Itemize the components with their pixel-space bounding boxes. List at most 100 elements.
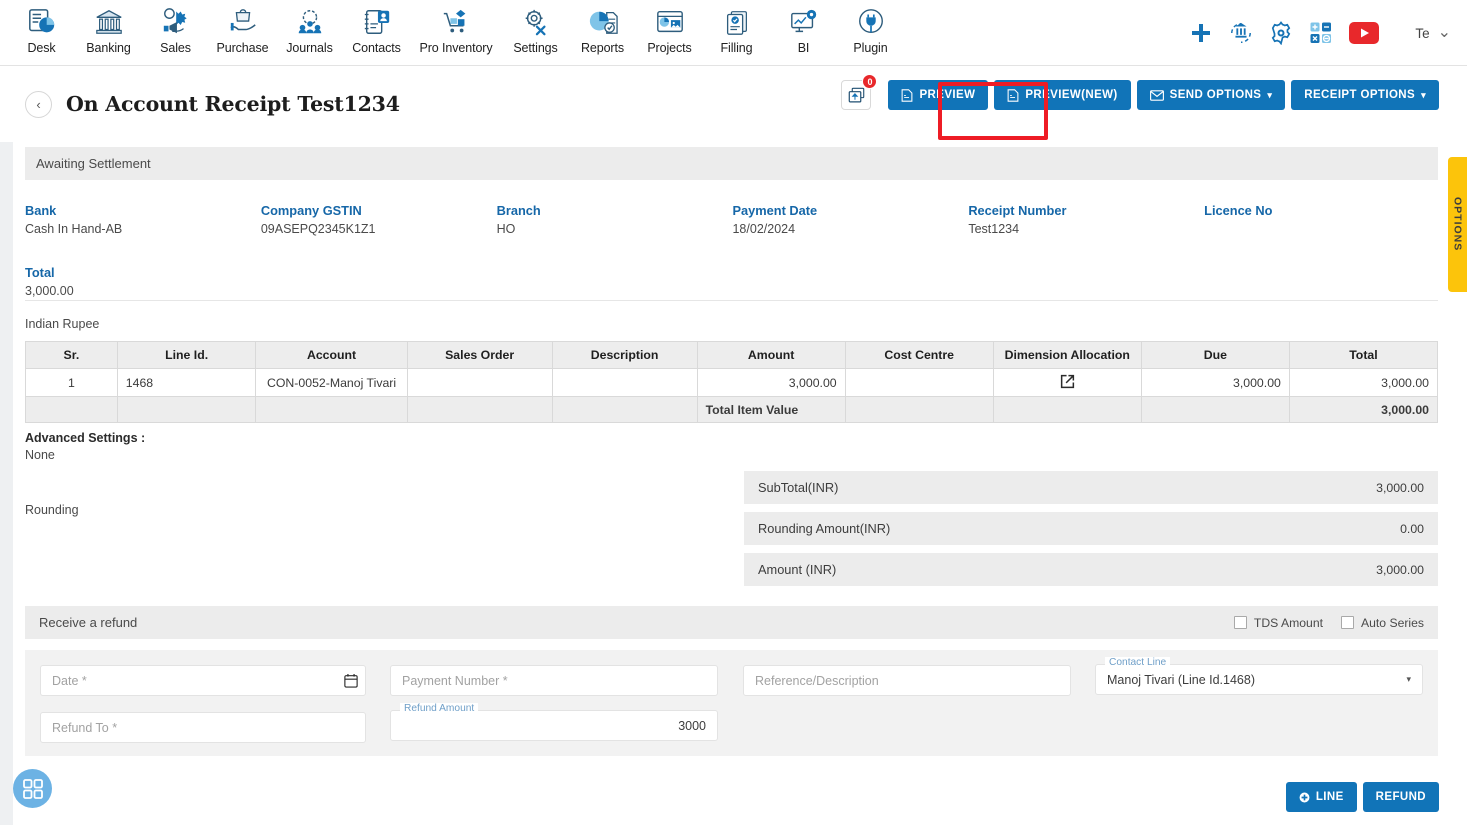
- totals-row-subtotal: SubTotal(INR) 3,000.00: [744, 471, 1438, 504]
- col-dimension-allocation: Dimension Allocation: [992, 341, 1142, 369]
- reference-description-input[interactable]: Reference/Description: [743, 665, 1071, 696]
- refund-amount-value: 3000: [678, 718, 706, 733]
- reference-placeholder: Reference/Description: [755, 673, 879, 688]
- checkbox-box[interactable]: [1233, 616, 1247, 629]
- totals-value: 3,000.00: [1376, 480, 1424, 495]
- nav-item-contacts[interactable]: Contacts: [343, 0, 410, 55]
- upload-export-button[interactable]: 0: [841, 74, 878, 110]
- preview-button[interactable]: PREVIEW: [888, 80, 989, 110]
- total-pad-8: [1140, 396, 1290, 423]
- summary-field-licence-no: Licence No: [1204, 203, 1440, 236]
- checkbox-auto-series[interactable]: Auto Series: [1340, 615, 1424, 630]
- options-side-tab[interactable]: OPTIONS: [1448, 157, 1467, 292]
- user-name-label: Te: [1415, 25, 1430, 41]
- refund-checkbox-group: TDS Amount Auto Series: [1233, 615, 1424, 630]
- refund-form-panel: Date * Payment Number * Reference/Descri…: [25, 650, 1438, 756]
- table-row[interactable]: 1 1468 CON-0052-Manoj Tivari 3,000.00 3,…: [25, 368, 1439, 397]
- calculator-icon[interactable]: [1309, 21, 1333, 45]
- button-label: SEND OPTIONS: [1169, 89, 1262, 101]
- field-value: 09ASEPQ2345K1Z1: [260, 222, 376, 236]
- refund-to-input[interactable]: Refund To *: [40, 712, 366, 743]
- section-divider: [25, 300, 1438, 301]
- totals-label: SubTotal(INR): [758, 480, 839, 495]
- totals-row-amount: Amount (INR) 3,000.00: [744, 553, 1438, 586]
- add-line-button[interactable]: LINE: [1285, 782, 1357, 812]
- bank-sync-icon[interactable]: [1229, 21, 1253, 45]
- nav-item-reports[interactable]: Reports: [569, 0, 636, 55]
- cell-due: 3,000.00: [1140, 368, 1290, 397]
- add-plus-icon[interactable]: [1189, 21, 1213, 45]
- cell-description: [551, 368, 698, 397]
- checkbox-box[interactable]: [1340, 616, 1354, 629]
- cell-amount: 3,000.00: [696, 368, 846, 397]
- col-line-id: Line Id.: [116, 341, 257, 369]
- date-picker-button[interactable]: [337, 665, 366, 696]
- field-value: Test1234: [968, 222, 1020, 236]
- nav-label: Purchase: [216, 41, 269, 55]
- currency-label: Indian Rupee: [25, 317, 100, 331]
- header-action-bar: 0 PREVIEW PREVIEW(NEW) SEND OPTIONS ▾ RE…: [841, 74, 1439, 110]
- bank-building-icon: [94, 5, 124, 39]
- user-menu[interactable]: Te ⌄: [1415, 26, 1451, 41]
- left-edge-strip: [0, 66, 13, 825]
- totals-value: 0.00: [1400, 521, 1424, 536]
- summary-field-payment-date: Payment Date 18/02/2024: [732, 203, 968, 236]
- button-label: PREVIEW(NEW): [1025, 89, 1118, 101]
- apps-grid-fab[interactable]: [13, 769, 52, 808]
- advanced-settings-value: None: [25, 448, 55, 462]
- upload-export-icon: [848, 87, 865, 102]
- nav-item-plugin[interactable]: Plugin: [837, 0, 904, 55]
- youtube-icon[interactable]: [1349, 22, 1380, 44]
- pdf-file-icon: [1007, 88, 1019, 102]
- caret-down-icon: ▾: [1267, 89, 1273, 100]
- plus-circle-icon: [1299, 792, 1310, 802]
- advanced-settings-block: Advanced Settings : None: [25, 431, 145, 462]
- external-link-icon: [1060, 374, 1074, 388]
- inventory-cart-icon: [441, 5, 471, 39]
- summary-field-total: Total 3,000.00: [25, 265, 264, 298]
- nav-item-sales[interactable]: Sales: [142, 0, 209, 55]
- caret-down-icon: ▾: [1421, 89, 1426, 100]
- col-account: Account: [255, 341, 408, 369]
- receipt-options-button[interactable]: RECEIPT OPTIONS ▾: [1291, 80, 1439, 110]
- send-options-button[interactable]: SEND OPTIONS ▾: [1136, 80, 1286, 110]
- summary-row-1: Bank Cash In Hand-AB Company GSTIN 09ASE…: [25, 203, 1440, 236]
- purchase-hand-bag-icon: [228, 5, 258, 39]
- nav-item-filling[interactable]: Filling: [703, 0, 770, 55]
- nav-item-settings[interactable]: Settings: [502, 0, 569, 55]
- checkbox-label: Auto Series: [1360, 615, 1424, 630]
- nav-label: Journals: [286, 41, 333, 55]
- nav-item-banking[interactable]: Banking: [75, 0, 142, 55]
- nav-label: Contacts: [352, 41, 401, 55]
- field-value: 3,000.00: [25, 284, 74, 298]
- contact-line-select[interactable]: Contact Line Manoj Tivari (Line Id.1468)…: [1095, 657, 1423, 695]
- nav-item-projects[interactable]: Projects: [636, 0, 703, 55]
- nav-item-journals[interactable]: Journals: [276, 0, 343, 55]
- nav-item-purchase[interactable]: Purchase: [209, 0, 276, 55]
- cell-dimension-allocation[interactable]: [992, 368, 1142, 397]
- journals-gear-people-icon: [295, 5, 325, 39]
- preview-new-button[interactable]: PREVIEW(NEW): [994, 80, 1131, 110]
- field-label: Bank: [25, 203, 57, 218]
- nav-item-pro-inventory[interactable]: Pro Inventory: [410, 0, 502, 55]
- top-nav-items: Desk Banking Sales Purchase Journals Con…: [0, 0, 904, 55]
- back-button[interactable]: ‹: [25, 90, 52, 118]
- field-label: Company GSTIN: [260, 203, 362, 218]
- refund-button[interactable]: REFUND: [1362, 782, 1439, 812]
- calendar-icon: [344, 673, 358, 688]
- contacts-book-icon: [362, 5, 392, 39]
- col-sr: Sr.: [25, 341, 118, 369]
- refund-amount-input[interactable]: Refund Amount 3000: [390, 703, 718, 741]
- date-input[interactable]: Date *: [40, 665, 337, 696]
- button-label: REFUND: [1375, 791, 1426, 803]
- cell-sales-order: [406, 368, 553, 397]
- col-due: Due: [1140, 341, 1290, 369]
- settings-gear-icon[interactable]: [1269, 21, 1293, 45]
- summary-field-bank: Bank Cash In Hand-AB: [25, 203, 261, 236]
- date-placeholder: Date *: [52, 673, 87, 688]
- nav-item-bi[interactable]: BI: [770, 0, 837, 55]
- advanced-settings-title: Advanced Settings :: [25, 431, 146, 445]
- payment-number-input[interactable]: Payment Number *: [390, 665, 718, 696]
- checkbox-tds-amount[interactable]: TDS Amount: [1233, 616, 1323, 630]
- nav-item-desk[interactable]: Desk: [8, 0, 75, 55]
